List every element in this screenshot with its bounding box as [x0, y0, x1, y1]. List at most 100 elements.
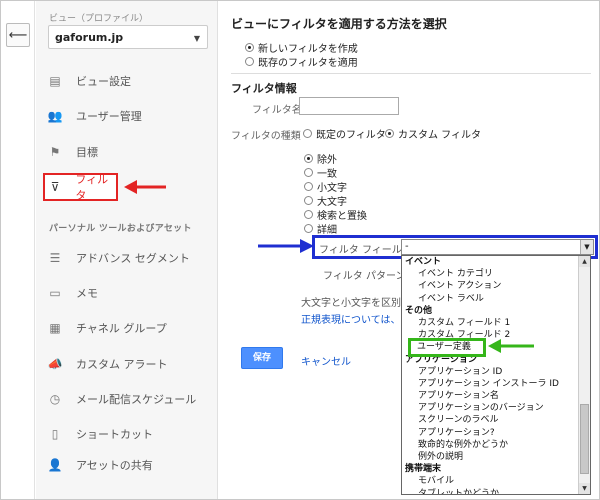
sidebar-item-label: ユーザー管理 [76, 110, 142, 123]
caret-down-icon[interactable]: ▼ [580, 240, 593, 254]
dropdown-option[interactable]: アプリケーションのバージョン [402, 402, 590, 414]
sidebar-item-memo[interactable]: ▭ メモ [44, 279, 212, 307]
green-annotation-arrow [488, 339, 534, 353]
radio-label: カスタム フィルタ [398, 130, 481, 141]
radio-search-replace[interactable]: 検索と置換 [304, 207, 367, 222]
radio-include[interactable]: 一致 [304, 165, 337, 180]
dropdown-option[interactable]: アプリケーション ID [402, 366, 590, 378]
sidebar-item-asset-share[interactable]: 👤 アセットの共有 [44, 451, 212, 479]
radio-uppercase[interactable]: 大文字 [304, 193, 347, 208]
radio-predefined-filter[interactable]: 既定のフィルタ [303, 126, 386, 141]
sidebar-item-email-schedule[interactable]: ◷ メール配信スケジュール [44, 385, 212, 413]
megaphone-icon: 📣 [47, 357, 63, 371]
view-select[interactable]: gaforum.jp ▼ [48, 25, 208, 49]
sidebar-item-shortcut[interactable]: ▯ ショートカット [44, 420, 212, 448]
share-user-icon: 👤 [47, 458, 63, 472]
blue-annotation-arrow [258, 239, 314, 253]
sidebar-item-label: ショートカット [76, 428, 153, 441]
radio-lowercase[interactable]: 小文字 [304, 179, 347, 194]
filter-icon: ⊽ [50, 180, 60, 194]
page-title: ビューにフィルタを適用する方法を選択 [231, 17, 447, 31]
sidebar-item-custom-alert[interactable]: 📣 カスタム アラート [44, 350, 212, 378]
channel-icon: ▦ [49, 321, 61, 335]
filter-name-label: フィルタ名 [252, 105, 302, 116]
dropdown-option[interactable]: 致命的な例外かどうか [402, 439, 590, 451]
filter-field-select[interactable]: - ▼ [401, 239, 594, 255]
radio-label: 大文字 [317, 197, 347, 208]
dropdown-option[interactable]: アプリケーション名 [402, 390, 590, 402]
scroll-down-icon[interactable]: ▼ [579, 483, 590, 494]
sidebar-item-label: アセットの共有 [76, 459, 153, 472]
sidebar-item-label: アドバンス セグメント [76, 252, 190, 265]
case-sensitive-label: 大文字と小文字を区別 [301, 298, 401, 309]
view-label: ビュー（プロファイル） [49, 14, 149, 24]
dropdown-group-header: アプリケーション [405, 354, 477, 365]
sidebar-item-goals[interactable]: ⚑ 目標 [44, 138, 212, 166]
radio-label: 詳細 [317, 225, 337, 236]
radio-button[interactable] [245, 43, 254, 52]
sidebar-item-label: フィルタ [75, 173, 109, 202]
dropdown-group-header: その他 [405, 305, 433, 316]
sidebar-item-view-settings[interactable]: ▤ ビュー設定 [44, 67, 212, 95]
dropdown-option[interactable]: イベント アクション [402, 280, 590, 292]
dropdown-option[interactable]: モバイル [402, 475, 590, 487]
radio-label: 一致 [317, 169, 337, 180]
sidebar-item-channel-group[interactable]: ▦ チャネル グループ [44, 314, 212, 342]
section-title: パーソナル ツールおよびアセット [49, 224, 192, 234]
dropdown-option[interactable]: 例外の説明 [402, 451, 590, 463]
scroll-up-icon[interactable]: ▲ [579, 256, 590, 267]
caret-down-icon: ▼ [193, 34, 200, 43]
filter-pattern-label: フィルタ パターン [323, 271, 406, 282]
sidebar-item-label: メール配信スケジュール [76, 393, 197, 406]
sidebar-item-label: チャネル グループ [76, 322, 167, 335]
cancel-link[interactable]: キャンセル [301, 353, 351, 368]
shortcut-icon: ▯ [51, 427, 59, 441]
filter-name-input[interactable] [299, 97, 399, 115]
radio-button[interactable] [385, 129, 394, 138]
dropdown-option[interactable]: アプリケーション インストーラ ID [402, 378, 590, 390]
filter-type-label: フィルタの種類 [231, 131, 301, 142]
dropdown-option[interactable]: ユーザー定義 [408, 338, 486, 357]
radio-button[interactable] [303, 129, 312, 138]
dropdown-option[interactable]: イベント ラベル [402, 293, 590, 305]
back-column: ⟵ [1, 1, 35, 499]
scrollbar-thumb[interactable] [580, 404, 589, 474]
radio-existing-filter[interactable]: 既存のフィルタを適用 [245, 54, 358, 69]
radio-button[interactable] [304, 154, 313, 163]
dropdown-items: イベント イベント カテゴリ イベント アクション イベント ラベル その他 カスタム フ… [402, 256, 590, 494]
radio-button[interactable] [304, 210, 313, 219]
dropdown-scrollbar[interactable]: ▲ ▼ [578, 256, 590, 494]
sidebar-item-user-management[interactable]: 👥 ユーザー管理 [44, 102, 212, 130]
radio-button[interactable] [304, 182, 313, 191]
sidebar-item-segments[interactable]: ☰ アドバンス セグメント [44, 244, 212, 272]
sidebar-item-label: カスタム アラート [76, 358, 168, 371]
dropdown-group-header: イベント [405, 257, 442, 267]
view-select-value: gaforum.jp [55, 30, 124, 44]
save-button[interactable]: 保存 [241, 347, 283, 369]
radio-label: 除外 [317, 155, 337, 166]
radio-exclude[interactable]: 除外 [304, 151, 337, 166]
dropdown-group-header: 携帯端末 [405, 464, 442, 475]
radio-label: 既定のフィルタ [316, 130, 386, 141]
filter-field-dropdown[interactable]: イベント イベント カテゴリ イベント アクション イベント ラベル その他 カスタム フ… [401, 255, 591, 495]
back-arrow-icon[interactable]: ⟵ [6, 23, 30, 47]
radio-custom-filter[interactable]: カスタム フィルタ [385, 126, 481, 141]
radio-label: 新しいフィルタを作成 [258, 44, 358, 55]
radio-new-filter[interactable]: 新しいフィルタを作成 [245, 40, 358, 55]
dropdown-option[interactable]: タブレットかどうか [402, 488, 590, 494]
radio-button[interactable] [304, 224, 313, 233]
sidebar-item-filter[interactable]: ⊽ フィルタ [43, 173, 118, 202]
dropdown-option[interactable]: イベント カテゴリ [402, 268, 590, 280]
radio-button[interactable] [304, 196, 313, 205]
divider [231, 73, 591, 74]
red-annotation-arrow [124, 180, 166, 194]
dropdown-option[interactable]: アプリケーション? [402, 427, 590, 439]
radio-button[interactable] [304, 168, 313, 177]
radio-advanced[interactable]: 詳細 [304, 221, 337, 236]
filter-field-label: フィルタ フィールド [319, 245, 412, 256]
dropdown-option[interactable]: スクリーンのラベル [402, 414, 590, 426]
radio-button[interactable] [245, 57, 254, 66]
dropdown-option[interactable]: カスタム フィールド 1 [402, 317, 590, 329]
users-icon: 👥 [47, 109, 63, 123]
sidebar-item-label: 目標 [76, 146, 98, 159]
